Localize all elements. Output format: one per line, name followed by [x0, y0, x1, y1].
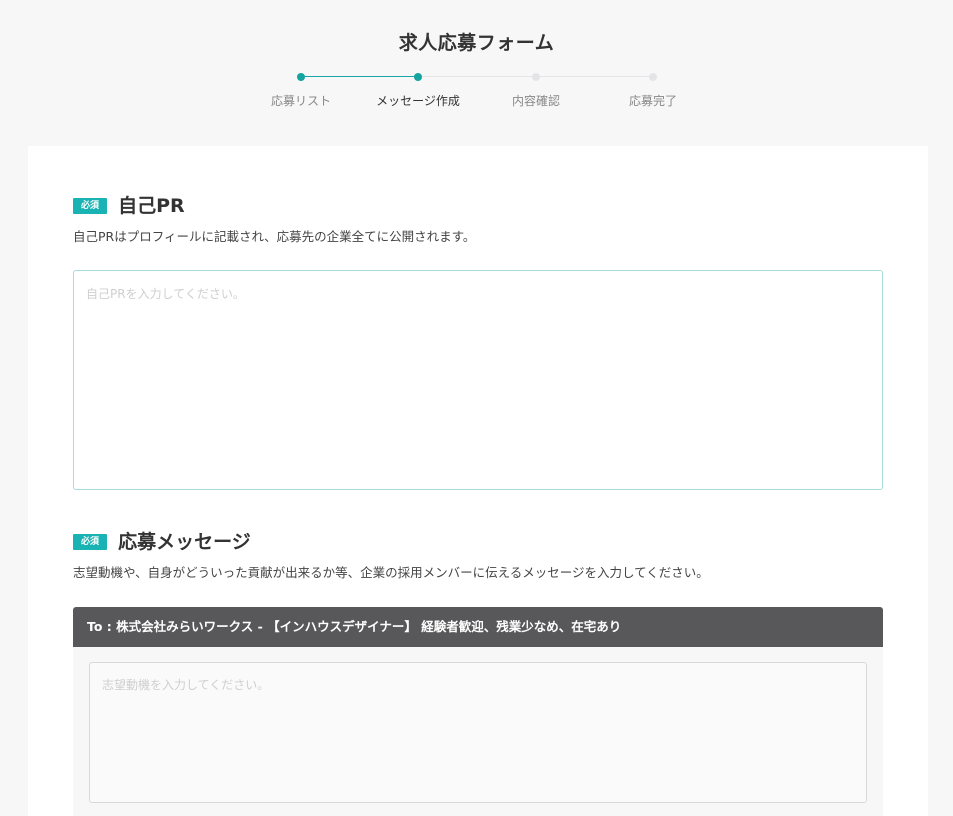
form-card: 必須 自己PR 自己PRはプロフィールに記載され、応募先の企業全てに公開されます…: [28, 146, 928, 816]
pr-heading: 必須 自己PR: [73, 192, 883, 218]
pr-title: 自己PR: [118, 194, 185, 217]
step-dot-3: [532, 73, 540, 81]
step-label-complete: 応募完了: [628, 94, 677, 108]
motivation-textarea[interactable]: [89, 662, 867, 803]
message-body: [73, 647, 883, 816]
step-label-message: メッセージ作成: [376, 94, 460, 108]
message-heading: 必須 応募メッセージ: [73, 528, 883, 554]
message-to-header: To : 株式会社みらいワークス - 【インハウスデザイナー】 経験者歓迎、残業…: [73, 607, 883, 647]
page-title: 求人応募フォーム: [398, 32, 555, 54]
step-label-confirm: 内容確認: [511, 94, 560, 108]
stepper-line-3: [536, 76, 653, 77]
message-box: To : 株式会社みらいワークス - 【インハウスデザイナー】 経験者歓迎、残業…: [73, 607, 883, 816]
progress-stepper: 応募リスト メッセージ作成 内容確認 応募完了: [0, 70, 953, 120]
step-dot-2: [414, 73, 422, 81]
stepper-line-1: [301, 76, 418, 77]
message-description: 志望動機や、自身がどういった貢献が出来るか等、企業の採用メンバーに伝えるメッセー…: [73, 565, 709, 580]
step-dot-1: [297, 73, 305, 81]
pr-description: 自己PRはプロフィールに記載され、応募先の企業全てに公開されます。: [73, 229, 476, 244]
step-dot-4: [649, 73, 657, 81]
stepper-line-2: [418, 76, 536, 77]
step-label-list: 応募リスト: [270, 94, 331, 108]
self-pr-textarea[interactable]: [73, 270, 883, 490]
message-title: 応募メッセージ: [118, 530, 251, 553]
pr-section: 必須 自己PR 自己PRはプロフィールに記載され、応募先の企業全てに公開されます…: [73, 192, 883, 245]
application-form-page: 求人応募フォーム 応募リスト メッセージ作成 内容確認 応募完了 必須 自己PR…: [0, 0, 953, 816]
message-section: 必須 応募メッセージ 志望動機や、自身がどういった貢献が出来るか等、企業の採用メ…: [73, 528, 883, 581]
required-badge: 必須: [73, 533, 107, 550]
required-badge: 必須: [73, 197, 107, 214]
